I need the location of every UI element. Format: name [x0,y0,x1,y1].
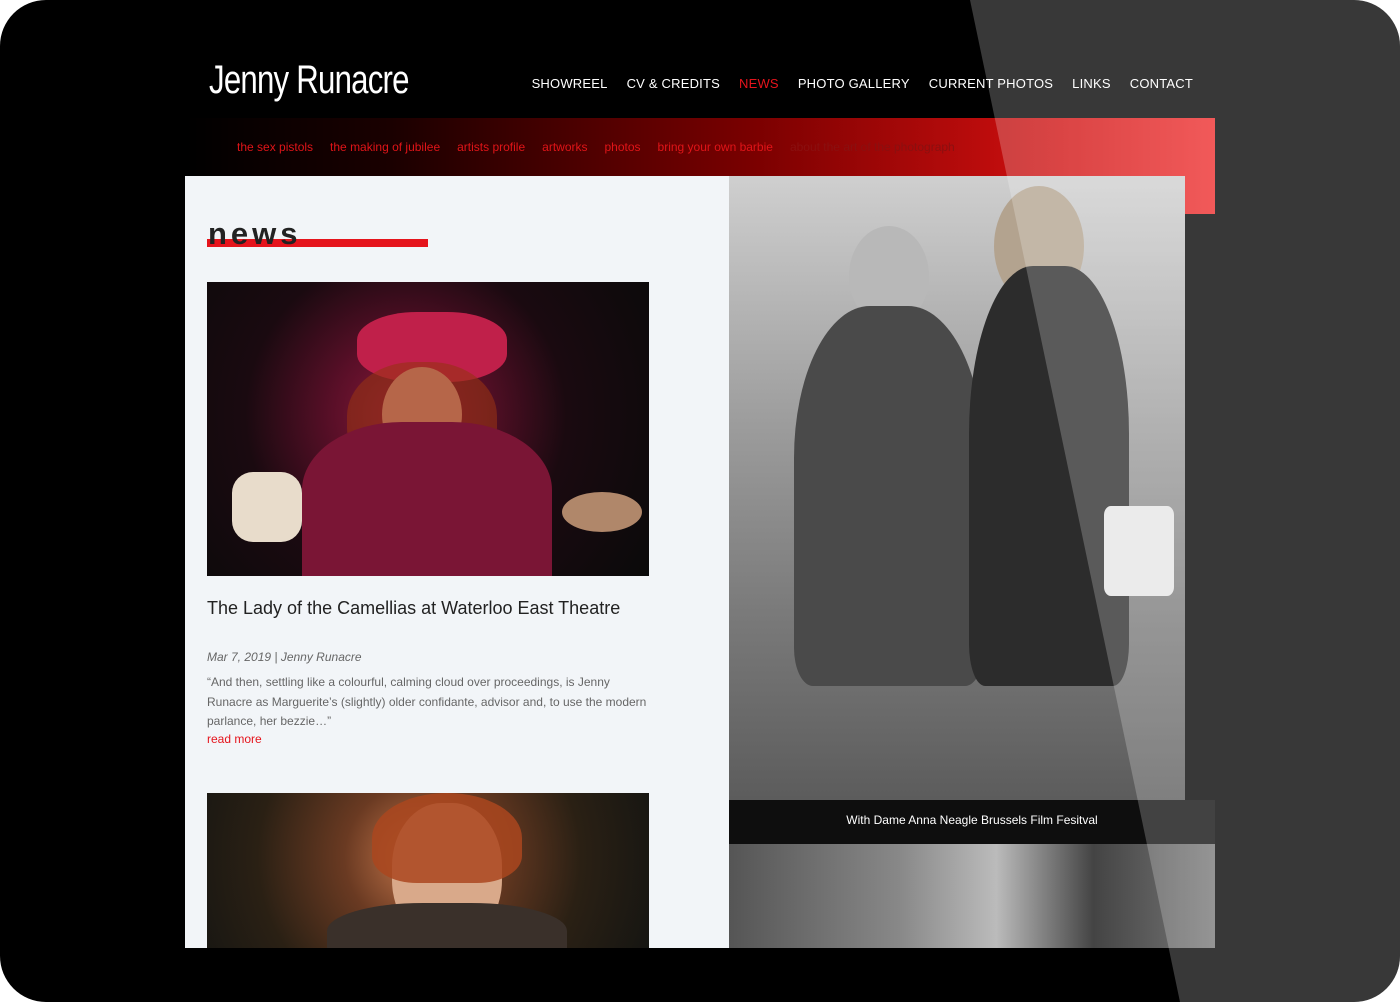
featured-photo[interactable] [729,176,1185,800]
nav-cv-credits[interactable]: CV & CREDITS [627,76,720,91]
subnav-artists-profile[interactable]: artists profile [457,140,525,154]
tablet-frame: Jenny Runacre SHOWREEL CV & CREDITS NEWS… [0,0,1400,1002]
caption-bar: With Dame Anna Neagle Brussels Film Fesi… [729,800,1215,844]
nav-current-photos[interactable]: CURRENT PHOTOS [929,76,1053,91]
subnav-photos[interactable]: photos [605,140,641,154]
photo-caption: With Dame Anna Neagle Brussels Film Fesi… [846,813,1098,827]
subnav-artworks[interactable]: artworks [542,140,587,154]
gallery-photo[interactable] [729,844,1215,948]
website-screen: Jenny Runacre SHOWREEL CV & CREDITS NEWS… [72,52,1324,948]
sub-nav: the sex pistols the making of jubilee ar… [237,140,955,154]
read-more-link[interactable]: read more [207,732,262,746]
post-image[interactable] [207,793,649,948]
subnav-sex-pistols[interactable]: the sex pistols [237,140,313,154]
site-logo[interactable]: Jenny Runacre [209,58,409,103]
nav-showreel[interactable]: SHOWREEL [532,76,608,91]
nav-news[interactable]: NEWS [739,76,779,91]
nav-photo-gallery[interactable]: PHOTO GALLERY [798,76,910,91]
subnav-art-of-photograph[interactable]: about the art of the photograph [790,140,955,154]
nav-links[interactable]: LINKS [1072,76,1111,91]
page-title: news [208,216,302,251]
post-image[interactable] [207,282,649,576]
post-meta: Mar 7, 2019 | Jenny Runacre [207,650,362,664]
post-title[interactable]: The Lady of the Camellias at Waterloo Ea… [207,598,627,618]
subnav-bring-your-own-barbie[interactable]: bring your own barbie [658,140,773,154]
subnav-making-of-jubilee[interactable]: the making of jubilee [330,140,440,154]
main-nav: SHOWREEL CV & CREDITS NEWS PHOTO GALLERY… [532,76,1193,91]
post-excerpt: “And then, settling like a colourful, ca… [207,675,647,728]
nav-contact[interactable]: CONTACT [1130,76,1193,91]
news-panel: news The Lady of the Camellias at Waterl… [185,176,729,948]
